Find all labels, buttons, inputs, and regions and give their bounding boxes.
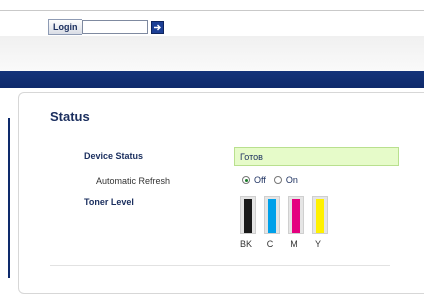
arrow-right-icon <box>153 24 161 30</box>
toner-label-y: Y <box>314 239 321 249</box>
top-divider <box>0 10 424 11</box>
login-bar: Login <box>48 19 164 35</box>
bottom-divider <box>50 265 390 266</box>
page-title: Status <box>50 109 90 124</box>
toner-fill-m <box>292 198 300 233</box>
toner-level-label: Toner Level <box>84 197 134 207</box>
device-status-value: Готов <box>234 147 399 166</box>
left-accent-bar <box>8 118 10 278</box>
password-input[interactable] <box>81 20 148 34</box>
refresh-off-radio[interactable] <box>242 176 250 184</box>
device-status-label: Device Status <box>84 151 144 161</box>
toner-fill-bk <box>244 198 252 233</box>
toner-slot-y <box>312 196 328 234</box>
refresh-off-label[interactable]: Off <box>254 175 266 185</box>
toner-label-bk: BK <box>239 239 252 249</box>
header-band <box>0 36 424 72</box>
navigation-bar <box>0 71 424 88</box>
login-button[interactable]: Login <box>48 19 82 35</box>
automatic-refresh-radio-group: Off On <box>242 175 298 185</box>
login-go-button[interactable] <box>150 20 164 34</box>
refresh-on-radio[interactable] <box>273 176 282 184</box>
toner-label-c: C <box>266 239 274 249</box>
toner-slot-m <box>288 196 304 234</box>
automatic-refresh-label: Automatic Refresh <box>96 176 171 186</box>
refresh-on-label[interactable]: On <box>286 175 298 185</box>
toner-fill-c <box>268 198 276 233</box>
toner-fill-y <box>316 198 324 233</box>
toner-slot-c <box>264 196 280 234</box>
toner-slot-bk <box>240 196 256 234</box>
toner-label-m: M <box>290 239 298 249</box>
